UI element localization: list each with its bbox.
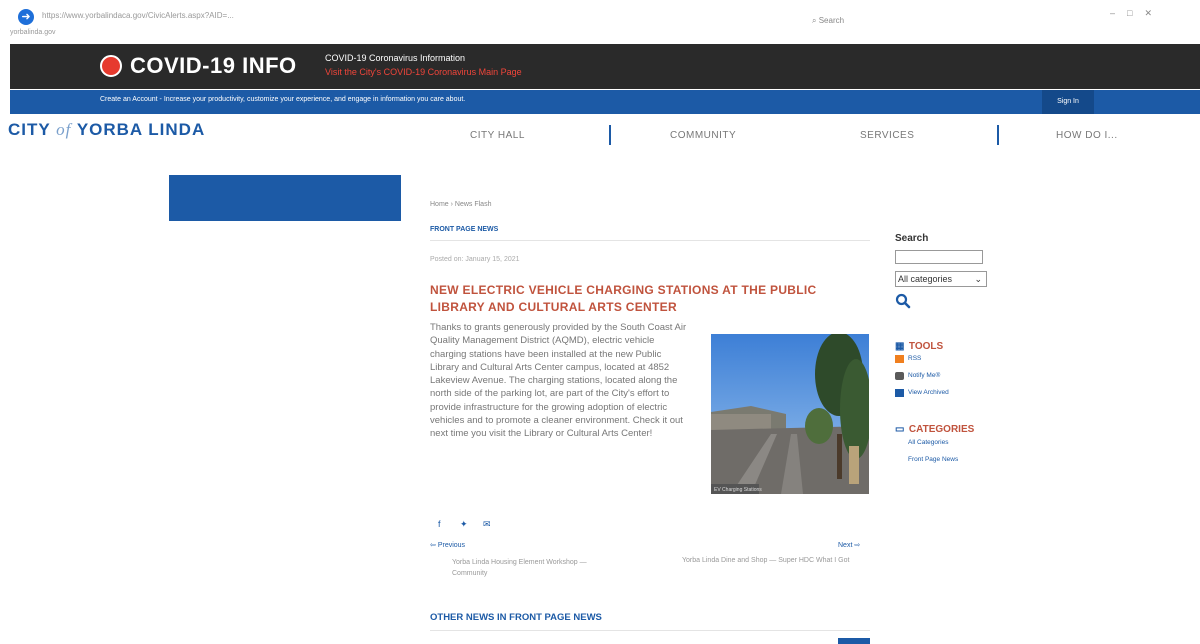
nav-divider <box>609 125 611 145</box>
nav-city-hall[interactable]: CITY HALL <box>470 130 525 141</box>
covid-main-page-link[interactable]: Visit the City's COVID-19 Coronavirus Ma… <box>325 67 522 77</box>
search-icon: ⌕ <box>812 16 819 25</box>
next-label: Next <box>838 542 853 549</box>
tool-archived-label: View Archived <box>908 389 949 396</box>
arrow-right-icon[interactable]: ➜ <box>18 9 34 25</box>
next-article-title[interactable]: Yorba Linda Dine and Shop — Super HDC Wh… <box>682 557 872 564</box>
category-all[interactable]: All Categories <box>908 439 948 446</box>
logo-name: YORBA LINDA <box>76 120 206 139</box>
chevron-down-icon: ⌄ <box>974 274 982 284</box>
categories-heading: ▭ CATEGORIES <box>895 419 974 437</box>
photo-caption: EV Charging Stations <box>714 487 762 493</box>
twitter-icon[interactable]: ✦ <box>460 519 468 530</box>
divider <box>430 630 870 631</box>
categories-title: CATEGORIES <box>908 424 975 435</box>
category-heading[interactable]: FRONT PAGE NEWS <box>430 226 498 233</box>
side-menu-banner <box>169 175 401 221</box>
previous-link[interactable]: ⇦ Previous <box>430 541 465 549</box>
category-select-value: All categories <box>898 274 953 284</box>
folder-icon: ▭ <box>895 424 905 435</box>
address-bar[interactable]: https://www.yorbalindaca.gov/CivicAlerts… <box>42 11 234 20</box>
logo-city: CITY <box>8 120 51 139</box>
browser-tab[interactable]: yorbalinda.gov <box>10 29 56 36</box>
window-controls[interactable]: –□✕ <box>1110 8 1164 19</box>
envelope-icon <box>895 372 904 380</box>
site-logo[interactable]: CITY of YORBA LINDA <box>8 120 205 140</box>
search-icon[interactable] <box>895 293 911 309</box>
breadcrumb[interactable]: Home › News Flash <box>430 201 491 208</box>
sidebar-search-title: Search <box>895 233 929 244</box>
facebook-icon[interactable]: f <box>438 519 441 529</box>
arrow-left-icon: ⇦ <box>430 542 438 549</box>
email-icon[interactable]: ✉ <box>483 519 491 530</box>
tools-icon: ▦ <box>895 341 905 352</box>
covid-title[interactable]: COVID-19 INFO <box>130 53 297 79</box>
tools-title: TOOLS <box>908 341 944 352</box>
previous-article-title[interactable]: Yorba Linda Housing Element Workshop — C… <box>452 557 622 579</box>
nav-how-do-i[interactable]: HOW DO I... <box>1056 130 1118 141</box>
posted-date: Posted on: January 15, 2021 <box>430 256 520 263</box>
tool-rss-label: RSS <box>908 355 922 362</box>
browser-search-box[interactable]: ⌕ Search <box>812 16 844 26</box>
tool-notify-label: Notify Me® <box>908 372 941 379</box>
article-body: Thanks to grants generously provided by … <box>430 322 687 440</box>
archive-icon <box>895 389 904 397</box>
nav-community[interactable]: COMMUNITY <box>670 130 736 141</box>
nav-services[interactable]: SERVICES <box>860 130 914 141</box>
category-front-page-news[interactable]: Front Page News <box>908 456 958 463</box>
category-select[interactable]: All categories ⌄ <box>895 271 987 287</box>
article-headline: NEW ELECTRIC VEHICLE CHARGING STATIONS A… <box>430 283 817 314</box>
sidebar-search-input[interactable] <box>895 250 983 264</box>
article-photo: EV Charging Stations <box>711 334 869 494</box>
alert-dot-icon <box>100 55 122 77</box>
previous-label: Previous <box>437 542 466 549</box>
logo-of: of <box>56 120 72 139</box>
nav-divider <box>997 125 999 145</box>
sign-in-button[interactable]: Sign In <box>1042 90 1094 114</box>
next-link[interactable]: Next ⇨ <box>838 541 860 549</box>
more-button[interactable] <box>838 638 870 644</box>
rss-icon <box>895 355 904 363</box>
tools-heading: ▦ TOOLS <box>895 336 943 354</box>
other-news-heading: OTHER NEWS IN FRONT PAGE NEWS <box>430 612 602 623</box>
create-account-link[interactable]: Create an Account - Increase your produc… <box>100 96 465 103</box>
arrow-right-icon: ⇨ <box>852 542 861 549</box>
covid-info-line: COVID-19 Coronavirus Information <box>325 53 466 63</box>
divider <box>430 240 870 241</box>
browser-search-placeholder: Search <box>818 16 845 25</box>
browser-chrome <box>0 0 1200 42</box>
